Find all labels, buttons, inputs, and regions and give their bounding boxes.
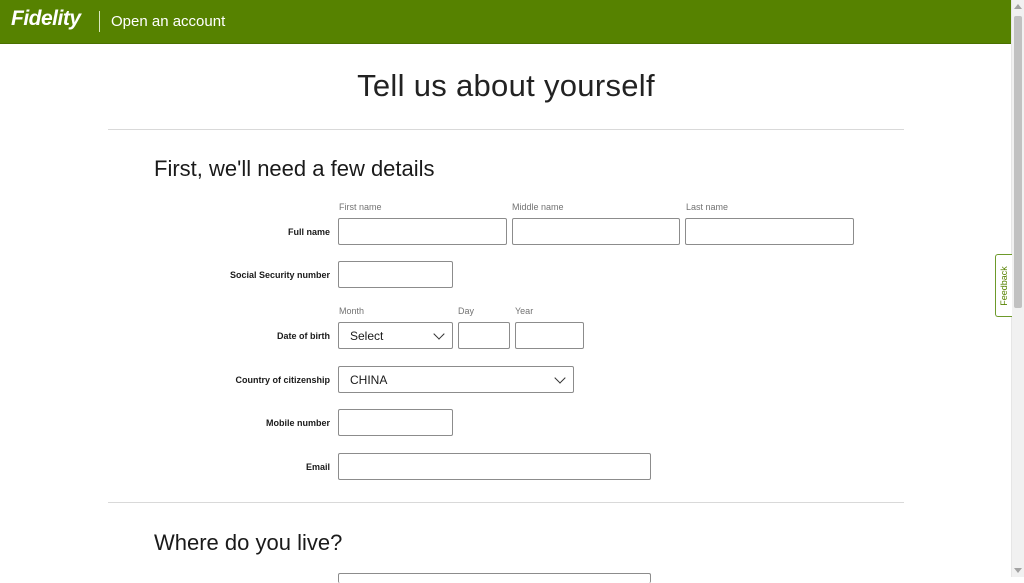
- section-heading-details: First, we'll need a few details: [154, 156, 435, 181]
- scroll-up-icon[interactable]: [1014, 4, 1022, 9]
- middle-name-label: Middle name: [512, 202, 564, 212]
- year-label: Year: [515, 306, 534, 316]
- address-input[interactable]: [338, 573, 651, 583]
- mobile-label: Mobile number: [265, 418, 330, 428]
- scroll-down-icon[interactable]: [1014, 568, 1022, 573]
- month-select[interactable]: Select: [338, 322, 453, 349]
- mobile-input[interactable]: [338, 409, 453, 436]
- day-label: Day: [458, 306, 475, 316]
- full-name-label: Full name: [287, 227, 330, 237]
- first-name-label: First name: [339, 202, 382, 212]
- feedback-label: Feedback: [999, 265, 1009, 306]
- citizenship-select-value: CHINA: [350, 373, 388, 387]
- fidelity-logo[interactable]: Fidelity: [11, 7, 81, 31]
- ssn-input[interactable]: [338, 261, 453, 288]
- month-select-value: Select: [350, 329, 384, 343]
- chevron-down-icon: [554, 372, 566, 384]
- top-header-bar: Fidelity Open an account: [0, 0, 1012, 44]
- section-divider-middle: [108, 502, 904, 503]
- page-scrollbar[interactable]: [1011, 0, 1024, 577]
- month-label: Month: [339, 306, 365, 316]
- email-input[interactable]: [338, 453, 651, 480]
- last-name-label: Last name: [686, 202, 729, 212]
- citizenship-select[interactable]: CHINA: [338, 366, 574, 393]
- day-input[interactable]: [458, 322, 510, 349]
- email-label: Email: [305, 462, 330, 472]
- last-name-input[interactable]: [685, 218, 854, 245]
- dob-label: Date of birth: [277, 331, 330, 341]
- ssn-label: Social Security number: [229, 270, 330, 280]
- header-title: Open an account: [111, 13, 226, 30]
- page-title: Tell us about yourself: [357, 68, 655, 103]
- section-divider-top: [108, 129, 904, 130]
- scroll-thumb[interactable]: [1014, 16, 1022, 308]
- chevron-down-icon: [433, 328, 445, 340]
- year-input[interactable]: [515, 322, 584, 349]
- feedback-button[interactable]: Feedback: [995, 254, 1012, 317]
- middle-name-input[interactable]: [512, 218, 680, 245]
- citizenship-label: Country of citizenship: [235, 375, 331, 385]
- section-heading-residence: Where do you live?: [154, 530, 343, 555]
- header-divider: [99, 11, 100, 32]
- first-name-input[interactable]: [338, 218, 507, 245]
